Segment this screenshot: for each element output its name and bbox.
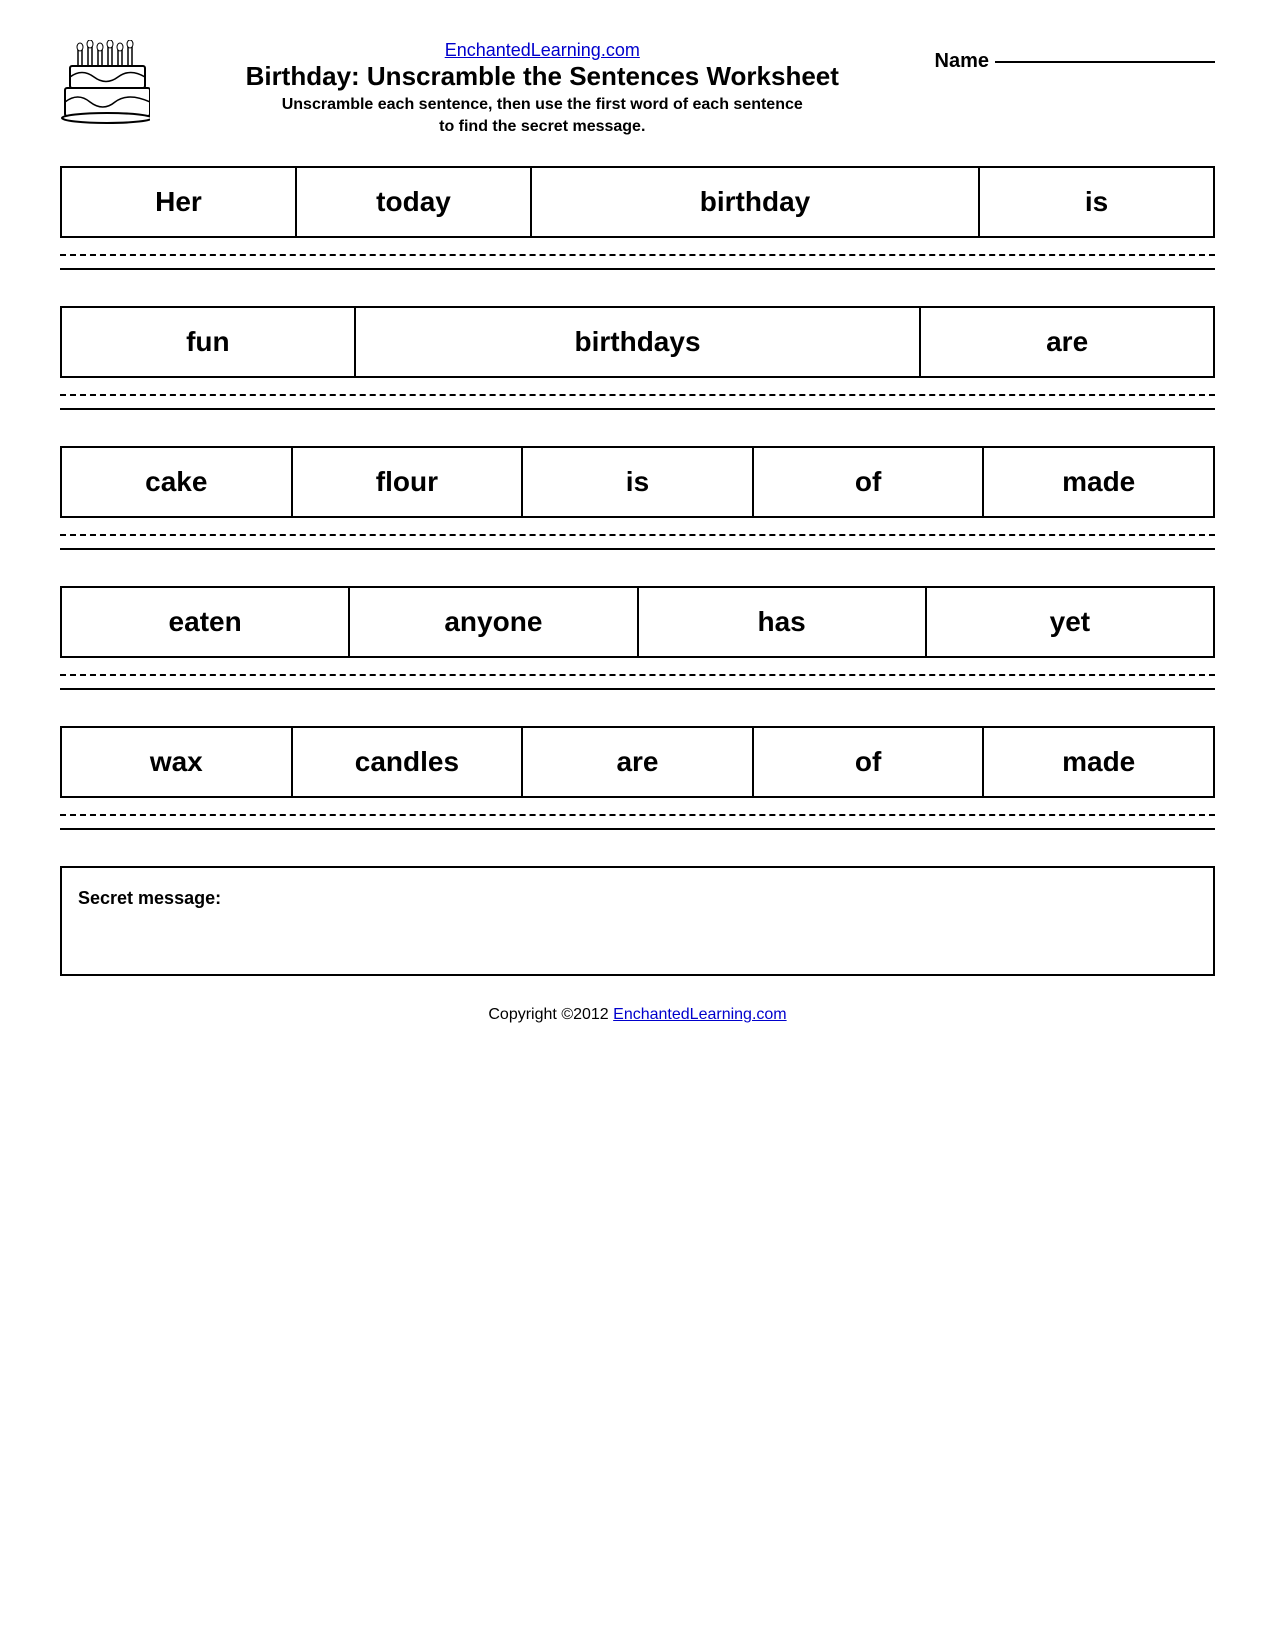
word-cell: today (297, 168, 532, 236)
solid-line (60, 828, 1215, 830)
word-grid-2: fun birthdays are (60, 306, 1215, 378)
secret-message-box: Secret message: (60, 866, 1215, 976)
dotted-line (60, 534, 1215, 536)
dotted-line (60, 394, 1215, 396)
worksheet-subtitle: Unscramble each sentence, then use the f… (170, 96, 915, 114)
word-cell: is (980, 168, 1213, 236)
writing-lines-2 (60, 394, 1215, 410)
header-text-block: EnchantedLearning.com Birthday: Unscramb… (170, 40, 915, 136)
word-cell: fun (62, 308, 356, 376)
word-grid-5: wax candles are of made (60, 726, 1215, 798)
name-input-line (995, 61, 1215, 63)
copyright-text: Copyright (488, 1006, 556, 1023)
dotted-line (60, 254, 1215, 256)
word-cell: Her (62, 168, 297, 236)
page-footer: Copyright ©2012 EnchantedLearning.com (60, 1006, 1215, 1024)
word-cell: flour (293, 448, 524, 516)
solid-line (60, 408, 1215, 410)
word-cell: anyone (350, 588, 638, 656)
site-link[interactable]: EnchantedLearning.com (445, 40, 640, 60)
name-field: Name (935, 40, 1215, 73)
word-cell: eaten (62, 588, 350, 656)
writing-lines-4 (60, 674, 1215, 690)
writing-lines-1 (60, 254, 1215, 270)
secret-message-label: Secret message: (78, 888, 221, 908)
page-header: EnchantedLearning.com Birthday: Unscramb… (60, 40, 1215, 136)
dotted-line (60, 674, 1215, 676)
word-grid-3: cake flour is of made (60, 446, 1215, 518)
sentence-1: Her today birthday is (60, 166, 1215, 270)
sentence-5: wax candles are of made (60, 726, 1215, 830)
word-grid-4: eaten anyone has yet (60, 586, 1215, 658)
word-cell: is (523, 448, 754, 516)
footer-site-link[interactable]: EnchantedLearning.com (613, 1006, 786, 1023)
sentence-2: fun birthdays are (60, 306, 1215, 410)
solid-line (60, 548, 1215, 550)
worksheet-title: Birthday: Unscramble the Sentences Works… (170, 61, 915, 92)
solid-line (60, 268, 1215, 270)
writing-lines-5 (60, 814, 1215, 830)
name-label: Name (935, 50, 989, 73)
copyright-year: ©2012 (561, 1006, 608, 1023)
solid-line (60, 688, 1215, 690)
word-cell: made (984, 728, 1213, 796)
word-cell: birthday (532, 168, 980, 236)
word-cell: of (754, 728, 985, 796)
word-cell: has (639, 588, 927, 656)
word-cell: made (984, 448, 1213, 516)
sentence-3: cake flour is of made (60, 446, 1215, 550)
writing-lines-3 (60, 534, 1215, 550)
word-cell: of (754, 448, 985, 516)
word-grid-1: Her today birthday is (60, 166, 1215, 238)
dotted-line (60, 814, 1215, 816)
word-cell: are (523, 728, 754, 796)
word-cell: yet (927, 588, 1213, 656)
word-cell: birthdays (356, 308, 922, 376)
cake-illustration (60, 40, 150, 135)
word-cell: are (921, 308, 1213, 376)
sentence-4: eaten anyone has yet (60, 586, 1215, 690)
word-cell: wax (62, 728, 293, 796)
worksheet-subtitle2: to find the secret message. (170, 118, 915, 136)
word-cell: cake (62, 448, 293, 516)
word-cell: candles (293, 728, 524, 796)
